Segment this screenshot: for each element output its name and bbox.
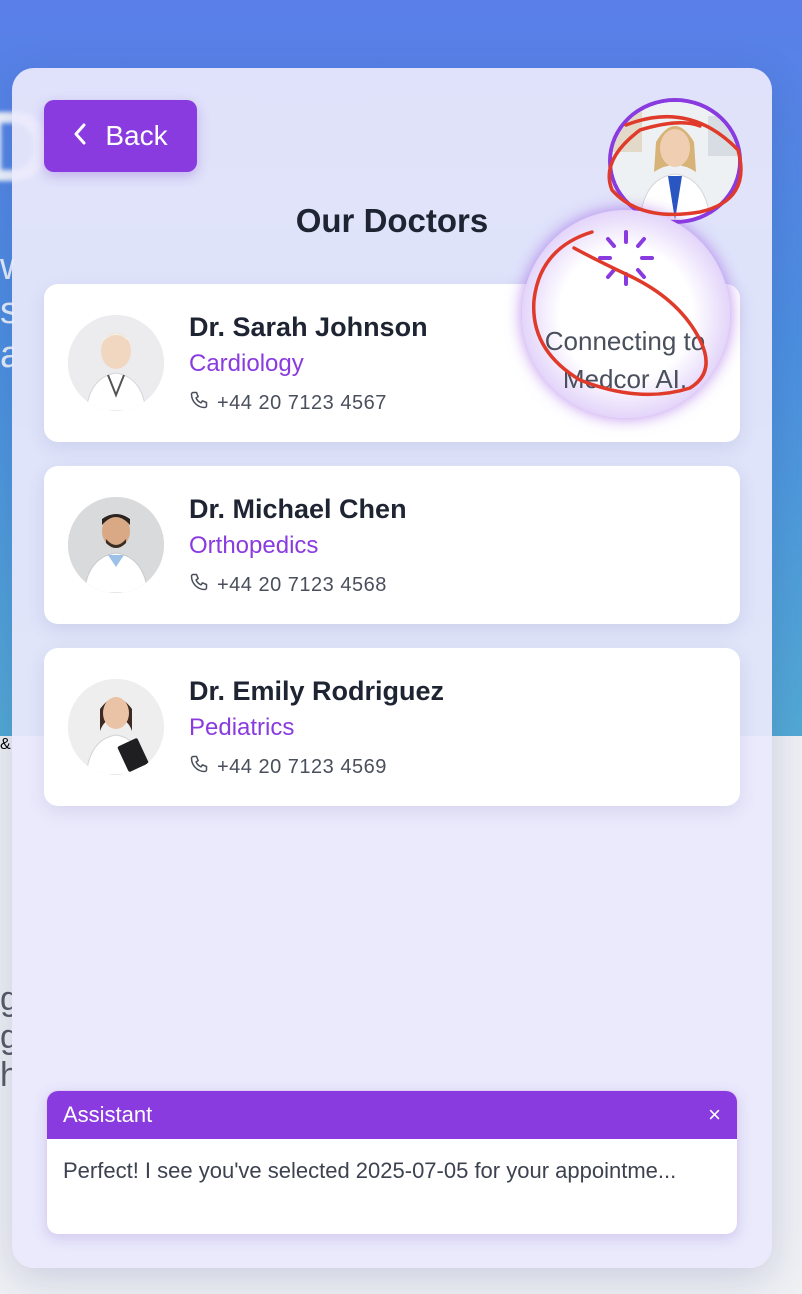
doctor-phone-number: +44 20 7123 4568 [217,573,387,596]
ai-agent-avatar[interactable] [608,98,742,224]
phone-icon [189,572,209,598]
doctor-avatar [68,315,164,411]
phone-icon [189,390,209,416]
back-button-label: Back [105,120,168,151]
doctor-card-emily-rodriguez[interactable]: Dr. Emily Rodriguez Pediatrics +44 20 71… [44,648,740,806]
doctor-specialty: Orthopedics [189,532,319,559]
doctor-name: Dr. Emily Rodriguez [189,676,445,706]
connecting-line-1: Connecting to [544,326,706,356]
doctor-phone[interactable]: +44 20 7123 4567 [189,390,387,416]
connecting-text: Connecting to Medcor AI. [530,322,720,398]
doctor-phone[interactable]: +44 20 7123 4568 [189,572,387,598]
doctor-card-michael-chen[interactable]: Dr. Michael Chen Orthopedics +44 20 7123… [44,466,740,624]
assistant-popup: Assistant × Perfect! I see you've select… [46,1090,738,1235]
doctor-name: Dr. Sarah Johnson [189,312,428,342]
chevron-left-icon [73,121,87,152]
doctor-specialty: Cardiology [189,350,304,377]
background-lower-text: ggh [0,980,12,1094]
doctor-avatar [68,679,164,775]
assistant-title: Assistant [63,1102,153,1127]
doctor-name: Dr. Michael Chen [189,494,407,524]
doctor-phone-number: +44 20 7123 4569 [217,755,387,778]
phone-icon [189,754,209,780]
doctor-specialty: Pediatrics [189,714,295,741]
spinner-icon [596,228,656,288]
doctor-phone-number: +44 20 7123 4567 [217,391,387,414]
assistant-header: Assistant × [47,1091,737,1139]
doctor-avatar [68,497,164,593]
back-button[interactable]: Back [44,100,197,172]
close-icon[interactable]: × [708,1102,721,1128]
connecting-line-2: Medcor AI. [562,364,688,394]
background-ampersand: & [0,736,11,753]
doctor-phone[interactable]: +44 20 7123 4569 [189,754,387,780]
assistant-message: Perfect! I see you've selected 2025-07-0… [63,1158,677,1183]
